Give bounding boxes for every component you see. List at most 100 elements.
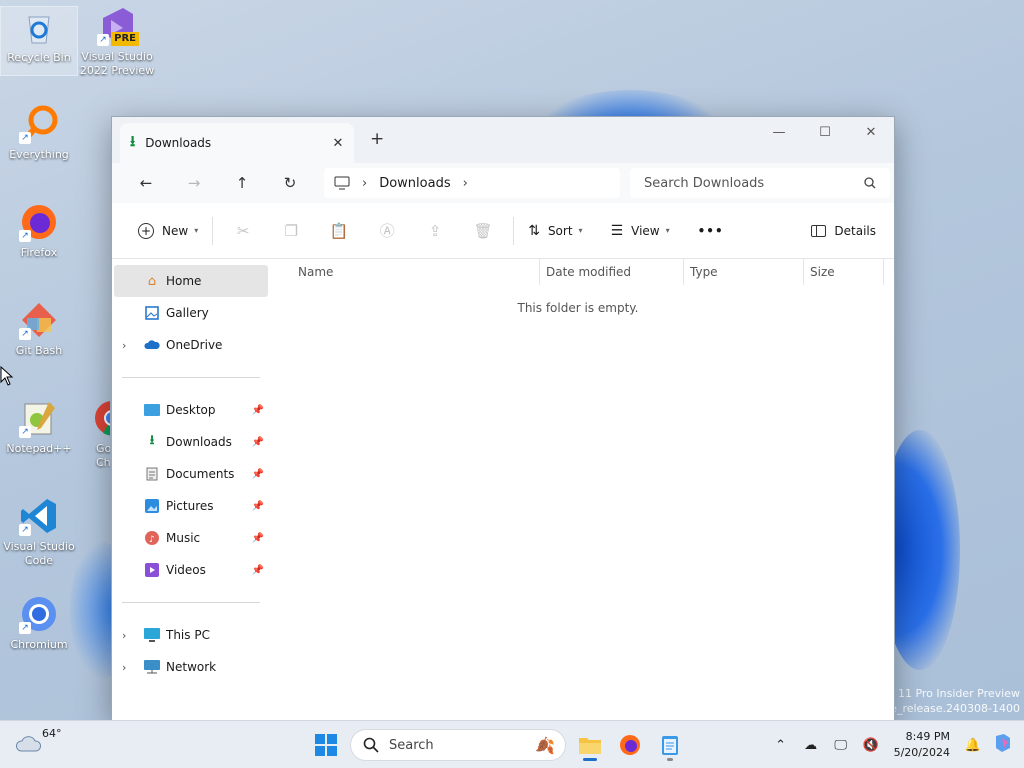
desktop-icon-label: Firefox bbox=[20, 246, 58, 259]
pin-icon[interactable]: 📌 bbox=[252, 437, 264, 448]
home-icon: ⌂ bbox=[147, 273, 157, 289]
desktop-icon-firefox[interactable]: ↗ Firefox bbox=[0, 202, 78, 260]
shortcut-arrow-icon: ↗ bbox=[19, 132, 31, 144]
breadcrumb-chevron-icon[interactable]: › bbox=[463, 176, 468, 191]
network-icon[interactable]: 🖵 bbox=[826, 738, 856, 753]
recycle-bin-icon bbox=[19, 7, 59, 47]
shortcut-arrow-icon: ↗ bbox=[19, 230, 31, 242]
sidebar-item-documents[interactable]: Documents 📌 bbox=[112, 458, 268, 490]
folder-icon bbox=[579, 738, 601, 754]
sidebar-item-desktop[interactable]: Desktop 📌 bbox=[112, 394, 268, 426]
more-options-button[interactable]: ••• bbox=[690, 215, 732, 247]
sidebar-item-home[interactable]: ⌂ Home bbox=[114, 265, 268, 297]
document-icon bbox=[144, 466, 160, 482]
shortcut-arrow-icon: ↗ bbox=[19, 622, 31, 634]
visual-studio-icon: ↗ PRE bbox=[97, 6, 139, 46]
plus-circle-icon: + bbox=[138, 222, 154, 239]
refresh-button[interactable]: ↻ bbox=[266, 167, 314, 199]
column-name[interactable]: Name bbox=[292, 259, 540, 285]
taskbar: 64° Search 🍂 ⌃ ☁ 🖵 🔇 8:49 PM 5/20/2024 🔔 bbox=[0, 720, 1024, 768]
details-button[interactable]: Details bbox=[803, 215, 884, 247]
gallery-icon bbox=[144, 305, 160, 321]
back-button[interactable]: ← bbox=[122, 167, 170, 199]
pin-icon[interactable]: 📌 bbox=[252, 501, 264, 512]
cut-icon[interactable]: ✂ bbox=[219, 215, 267, 247]
desktop-icon-label: Notepad++ bbox=[6, 442, 72, 455]
onedrive-cloud-icon bbox=[144, 337, 160, 353]
new-button[interactable]: + New ▾ bbox=[130, 215, 206, 247]
sidebar-item-pictures[interactable]: Pictures 📌 bbox=[112, 490, 268, 522]
rename-icon[interactable]: Ⓐ bbox=[363, 215, 411, 247]
videos-icon bbox=[144, 562, 160, 578]
sidebar-item-this-pc[interactable]: › This PC bbox=[112, 619, 268, 651]
command-bar: + New ▾ ✂ ❐ 📋 Ⓐ ⇪ 🗑 ⇅ Sort ▾ ☰ View ▾ ••… bbox=[112, 203, 894, 259]
search-box[interactable]: Search Downloads bbox=[630, 168, 890, 198]
start-button[interactable] bbox=[306, 727, 346, 763]
taskbar-search[interactable]: Search 🍂 bbox=[350, 729, 566, 761]
pin-icon[interactable]: 📌 bbox=[252, 405, 264, 416]
windows-logo-icon bbox=[315, 734, 337, 756]
tab-downloads[interactable]: ⭳ Downloads ✕ bbox=[120, 123, 354, 163]
file-list[interactable]: Name Date modified Type Size This folder… bbox=[268, 259, 894, 720]
volume-muted-icon[interactable]: 🔇 bbox=[856, 738, 886, 753]
everything-search-icon: ↗ bbox=[19, 104, 59, 144]
weather-widget[interactable]: 64° bbox=[16, 727, 62, 753]
sidebar-item-videos[interactable]: Videos 📌 bbox=[112, 554, 268, 586]
taskbar-file-explorer[interactable] bbox=[570, 727, 610, 763]
close-tab-button[interactable]: ✕ bbox=[326, 136, 350, 151]
column-size[interactable]: Size bbox=[804, 259, 884, 285]
view-button[interactable]: ☰ View ▾ bbox=[603, 215, 678, 247]
taskbar-firefox[interactable] bbox=[610, 727, 650, 763]
pin-icon[interactable]: 📌 bbox=[252, 565, 264, 576]
desktop-icon-label: Visual Studio 2022 Preview bbox=[79, 50, 155, 77]
minimize-button[interactable]: — bbox=[756, 117, 802, 147]
clock[interactable]: 8:49 PM 5/20/2024 bbox=[894, 729, 950, 761]
desktop-icon-notepadpp[interactable]: ↗ Notepad++ bbox=[0, 398, 78, 456]
close-window-button[interactable]: ✕ bbox=[848, 117, 894, 147]
up-button[interactable]: ↑ bbox=[218, 167, 266, 199]
pin-icon[interactable]: 📌 bbox=[252, 469, 264, 480]
chevron-down-icon: ▾ bbox=[578, 226, 583, 235]
desktop-icon-visual-studio[interactable]: ↗ PRE Visual Studio 2022 Preview bbox=[78, 6, 156, 78]
taskbar-notepad[interactable] bbox=[650, 727, 690, 763]
chevron-right-icon[interactable]: › bbox=[122, 339, 126, 352]
address-bar[interactable]: › Downloads › bbox=[324, 168, 620, 198]
chevron-down-icon: ▾ bbox=[665, 226, 670, 235]
sidebar-item-network[interactable]: › Network bbox=[112, 651, 268, 683]
pin-icon[interactable]: 📌 bbox=[252, 533, 264, 544]
share-icon[interactable]: ⇪ bbox=[411, 215, 459, 247]
maximize-button[interactable]: ☐ bbox=[802, 117, 848, 147]
copy-icon[interactable]: ❐ bbox=[267, 215, 315, 247]
paste-icon[interactable]: 📋 bbox=[315, 215, 363, 247]
desktop-icon-vscode[interactable]: ↗ Visual Studio Code bbox=[0, 496, 78, 568]
sidebar-item-onedrive[interactable]: › OneDrive bbox=[112, 329, 268, 361]
search-highlight-icon: 🍂 bbox=[535, 735, 555, 755]
desktop-icon-label: Everything bbox=[9, 148, 69, 161]
chevron-right-icon[interactable]: › bbox=[122, 661, 126, 674]
notification-bell-icon[interactable]: 🔔 bbox=[958, 738, 988, 753]
sidebar-item-gallery[interactable]: Gallery bbox=[112, 297, 268, 329]
chevron-right-icon[interactable]: › bbox=[122, 629, 126, 642]
forward-button[interactable]: → bbox=[170, 167, 218, 199]
copilot-icon[interactable] bbox=[988, 732, 1018, 758]
desktop-icon-everything[interactable]: ↗ Everything bbox=[0, 104, 78, 162]
breadcrumb-downloads[interactable]: Downloads bbox=[379, 176, 450, 191]
sidebar-item-music[interactable]: ♪ Music 📌 bbox=[112, 522, 268, 554]
desktop-icon-chromium[interactable]: ↗ Chromium bbox=[0, 594, 78, 652]
delete-icon[interactable]: 🗑 bbox=[459, 215, 507, 247]
monitor-icon bbox=[334, 176, 350, 190]
search-placeholder: Search Downloads bbox=[644, 175, 765, 191]
column-type[interactable]: Type bbox=[684, 259, 804, 285]
onedrive-offline-icon[interactable]: ☁ bbox=[796, 738, 826, 753]
chevron-up-icon[interactable]: ⌃ bbox=[766, 738, 796, 753]
desktop-icon-recycle-bin[interactable]: Recycle Bin bbox=[0, 6, 78, 76]
view-lines-icon: ☰ bbox=[610, 222, 624, 239]
desktop-icon-git-bash[interactable]: ↗ Git Bash bbox=[0, 300, 78, 358]
new-tab-button[interactable]: + bbox=[370, 129, 384, 149]
desktop-icon-chrome[interactable]: Go Ch bbox=[78, 398, 110, 470]
git-bash-icon: ↗ bbox=[19, 300, 59, 340]
sidebar-item-downloads[interactable]: ⭳ Downloads 📌 bbox=[112, 426, 268, 458]
sort-button[interactable]: ⇅ Sort ▾ bbox=[520, 215, 590, 247]
clock-date: 5/20/2024 bbox=[893, 746, 950, 759]
column-date-modified[interactable]: Date modified bbox=[540, 259, 684, 285]
